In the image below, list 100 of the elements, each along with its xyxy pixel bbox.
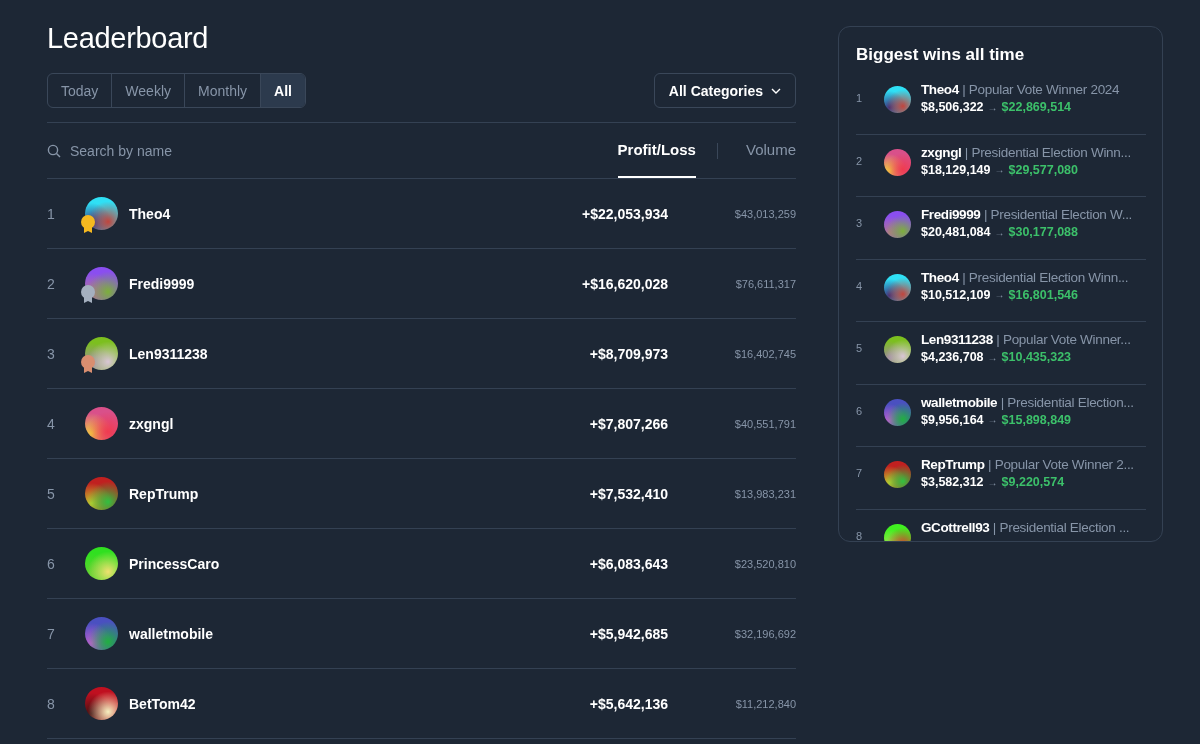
- stake-amount: $4,236,708: [921, 350, 984, 364]
- stake-amount: $18,129,149: [921, 162, 991, 177]
- avatar: [85, 687, 118, 720]
- sort-tab[interactable]: Profit/Loss: [617, 123, 696, 178]
- volume-value: $76,611,317: [734, 277, 796, 290]
- user-name[interactable]: Len9311238: [921, 332, 993, 347]
- user-name[interactable]: RepTrump: [129, 485, 468, 502]
- arrow-icon: →: [987, 414, 998, 425]
- user-name[interactable]: zxgngl: [921, 144, 962, 160]
- rank-number: 3: [47, 345, 56, 362]
- profit-value: +$7,532,410: [588, 485, 668, 502]
- arrow-icon: →: [994, 226, 1005, 238]
- rank-number: 7: [856, 467, 864, 479]
- market-name: | Popular Vote Winner 2024: [961, 82, 1120, 97]
- volume-value: $40,551,791: [733, 417, 796, 430]
- rank-number: 7: [47, 625, 56, 642]
- avatar: [884, 398, 911, 426]
- user-name[interactable]: Len9311238: [129, 345, 468, 362]
- chevron-down-icon: [771, 87, 781, 94]
- profit-value: +$22,053,934: [580, 205, 668, 222]
- user-name[interactable]: Theo4: [129, 205, 468, 222]
- rank-number: 6: [856, 404, 864, 417]
- rank-number: 1: [47, 205, 56, 222]
- payout-amount: $15,898,849: [1001, 412, 1072, 427]
- arrow-icon: →: [994, 164, 1005, 175]
- period-tab[interactable]: Today: [48, 74, 113, 107]
- payout-amount: $16,801,546: [1008, 287, 1079, 302]
- profit-value: +$7,807,266: [588, 415, 668, 432]
- user-name[interactable]: zxgngl: [129, 415, 468, 432]
- period-tab[interactable]: Weekly: [112, 74, 185, 107]
- market-name: | Popular Vote Winner...: [995, 332, 1131, 347]
- volume-value: $23,520,810: [733, 557, 796, 570]
- user-name[interactable]: GCottrell93: [921, 519, 990, 535]
- user-name[interactable]: Fredi9999: [921, 207, 981, 222]
- profit-value: +$16,620,028: [580, 275, 668, 292]
- rank-number: 1: [856, 92, 864, 104]
- user-name[interactable]: Fredi9999: [129, 275, 468, 292]
- market-name: | Presidential Election Winn...: [963, 144, 1131, 160]
- rank-number: 6: [47, 555, 56, 572]
- search-field[interactable]: Search by name: [70, 142, 270, 159]
- user-name[interactable]: Theo4: [921, 269, 959, 285]
- volume-value: $43,013,259: [733, 207, 796, 220]
- avatar: [884, 461, 911, 488]
- user-name[interactable]: BetTom42: [129, 695, 468, 712]
- market-name: | Presidential Election...: [999, 394, 1134, 410]
- rank-number: 4: [856, 279, 864, 292]
- avatar: [884, 86, 911, 113]
- volume-value: $32,196,692: [733, 627, 796, 640]
- payout-amount: $22,869,514: [1001, 100, 1072, 114]
- avatar: [884, 211, 911, 238]
- rank-number: 4: [47, 415, 56, 432]
- stake-amount: $8,506,322: [921, 100, 984, 114]
- arrow-icon: →: [987, 101, 998, 113]
- avatar: [85, 477, 118, 510]
- arrow-icon: →: [987, 476, 998, 488]
- volume-value: $16,402,745: [733, 347, 796, 360]
- avatar: [884, 148, 911, 176]
- market-name: | Presidential Election Winn...: [961, 269, 1129, 285]
- sort-tab[interactable]: Volume: [745, 123, 796, 178]
- stake-amount: $9,956,164: [921, 412, 984, 427]
- avatar: [85, 617, 118, 650]
- profit-value: +$6,083,643: [588, 555, 668, 572]
- card-title: Biggest wins all time: [856, 45, 1026, 65]
- stake-amount: $20,481,084: [921, 225, 991, 239]
- volume-value: $11,212,840: [734, 697, 796, 710]
- rank-number: 2: [856, 154, 864, 167]
- period-tab[interactable]: All: [261, 74, 305, 107]
- payout-amount: $9,220,574: [1001, 475, 1065, 489]
- user-name[interactable]: PrincessCaro: [129, 555, 468, 572]
- profit-value: +$8,709,973: [588, 345, 668, 362]
- volume-value: $13,983,231: [733, 487, 796, 500]
- arrow-icon: →: [987, 351, 998, 363]
- page-title: Leaderboard: [47, 22, 210, 55]
- payout-amount: $29,577,080: [1008, 162, 1079, 177]
- user-name[interactable]: walletmobile: [129, 625, 468, 642]
- rank-number: 5: [856, 342, 864, 354]
- payout-amount: $30,177,088: [1008, 225, 1079, 239]
- market-name: | Popular Vote Winner 2...: [987, 457, 1134, 472]
- user-name[interactable]: walletmobile: [921, 394, 998, 410]
- rank-number: 2: [47, 275, 56, 292]
- rank-number: 3: [856, 217, 864, 229]
- profit-value: +$5,642,136: [588, 695, 668, 712]
- avatar: [884, 336, 911, 363]
- payout-amount: $10,435,323: [1001, 350, 1072, 364]
- arrow-icon: →: [994, 289, 1005, 300]
- search-icon: [47, 143, 61, 158]
- rank-number: 5: [47, 485, 56, 502]
- avatar: [884, 273, 911, 301]
- avatar: [85, 407, 118, 440]
- profit-value: +$5,942,685: [588, 625, 668, 642]
- market-name: | Presidential Election ...: [991, 519, 1130, 535]
- stake-amount: $10,512,109: [921, 287, 991, 302]
- rank-number: 8: [856, 529, 864, 541]
- stake-amount: $3,582,312: [921, 475, 984, 489]
- user-name[interactable]: RepTrump: [921, 457, 985, 472]
- market-name: | Presidential Election W...: [982, 207, 1133, 222]
- rank-number: 8: [47, 695, 56, 712]
- user-name[interactable]: Theo4: [921, 82, 959, 97]
- category-dropdown[interactable]: All Categories: [653, 73, 796, 108]
- avatar: [85, 547, 118, 580]
